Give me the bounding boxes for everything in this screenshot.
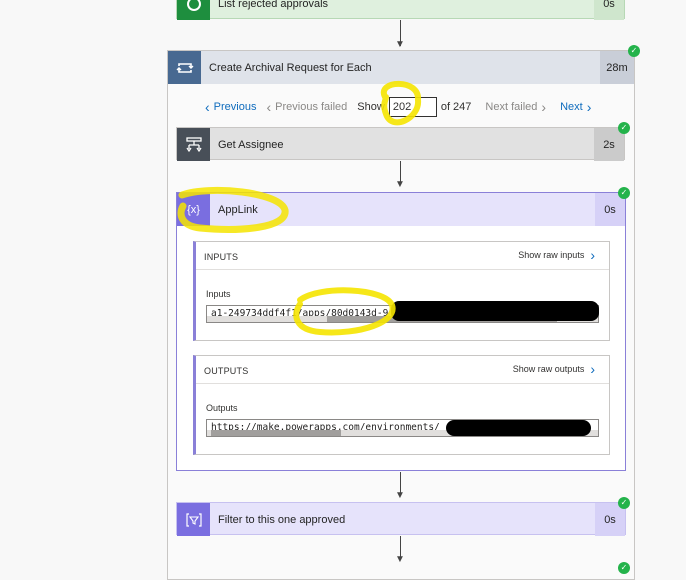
highlight-show-box <box>380 80 421 126</box>
highlight-apps-path <box>293 287 396 336</box>
highlight-applink-title <box>177 186 289 233</box>
highlight-annotations <box>177 80 421 336</box>
